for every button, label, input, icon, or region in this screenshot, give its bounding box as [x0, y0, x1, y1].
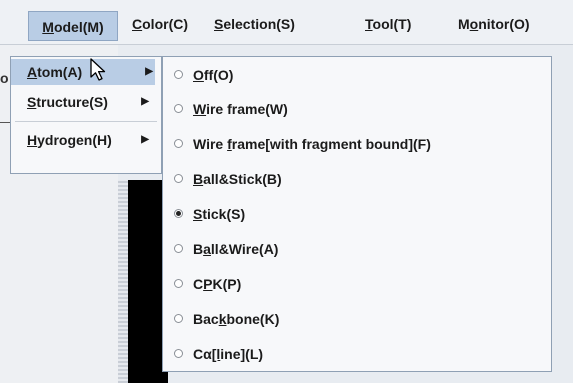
- menu-item-structure[interactable]: Structure(S) ▶: [15, 89, 151, 115]
- menu-selection-label: election(S): [223, 16, 295, 32]
- radio-icon: [174, 139, 183, 148]
- menu-item-structure-label: tructure(S): [36, 94, 108, 110]
- menu-monitor[interactable]: Monitor(O): [455, 13, 533, 35]
- menu-monitor-mnemonic: o: [469, 16, 479, 32]
- menu-selection-mnemonic: S: [214, 16, 224, 32]
- menu-monitor-prefix: M: [458, 16, 470, 32]
- radio-item-calpha-line[interactable]: Cα[line](L): [163, 340, 551, 368]
- radio-item-label: Ball&Stick(B): [193, 171, 282, 187]
- scroll-strip: [118, 180, 128, 383]
- edge-fragment-text: o: [0, 70, 9, 86]
- menu-color-mnemonic: C: [132, 16, 143, 32]
- menu-model[interactable]: Model(M): [28, 11, 118, 41]
- menu-selection[interactable]: Selection(S): [211, 13, 298, 35]
- radio-item-ball-wire[interactable]: Ball&Wire(A): [163, 235, 551, 263]
- menu-item-atom[interactable]: Atom(A) ▶: [11, 59, 155, 85]
- menu-tool[interactable]: Tool(T): [362, 13, 414, 35]
- menu-item-hydrogen-label: ydrogen(H): [37, 132, 112, 148]
- radio-item-label: Wire frame(W): [193, 101, 288, 117]
- menu-item-atom-mnemonic: A: [27, 64, 38, 80]
- radio-icon: [174, 174, 183, 183]
- radio-item-label: Backbone(K): [193, 311, 280, 327]
- menu-model-mnemonic: M: [42, 19, 54, 35]
- radio-item-label: Wire frame[with fragment bound](F): [193, 136, 431, 152]
- menu-item-structure-mnemonic: S: [27, 94, 37, 110]
- model-dropdown: Atom(A) ▶ Structure(S) ▶ Hydrogen(H) ▶: [10, 56, 162, 174]
- menu-monitor-label: nitor(O): [478, 16, 530, 32]
- menu-item-hydrogen-mnemonic: H: [27, 132, 38, 148]
- radio-icon: [174, 104, 183, 113]
- radio-item-label: Ball&Wire(A): [193, 241, 279, 257]
- mouse-cursor-icon: [90, 58, 106, 81]
- radio-icon: [174, 279, 183, 288]
- radio-item-cpk[interactable]: CPK(P): [163, 270, 551, 298]
- atom-submenu: Off(O) Wire frame(W) Wire frame[with fra…: [162, 56, 552, 372]
- radio-item-ball-stick[interactable]: Ball&Stick(B): [163, 165, 551, 193]
- radio-icon: [174, 349, 183, 358]
- radio-item-label: Stick(S): [193, 206, 246, 222]
- radio-icon: [174, 244, 183, 253]
- radio-item-wire-frame-fragment[interactable]: Wire frame[with fragment bound](F): [163, 130, 551, 158]
- menu-separator: [15, 121, 157, 122]
- menu-bar: Model(M) Color(C) Selection(S) Tool(T) M…: [0, 0, 573, 45]
- radio-item-off[interactable]: Off(O): [163, 61, 551, 89]
- radio-item-wire-frame[interactable]: Wire frame(W): [163, 95, 551, 123]
- submenu-arrow-icon: ▶: [145, 66, 153, 77]
- radio-item-label: Cα[line](L): [193, 346, 264, 362]
- radio-icon: [174, 70, 183, 79]
- submenu-arrow-icon: ▶: [141, 96, 149, 107]
- edge-divider: [0, 122, 10, 123]
- menu-color[interactable]: Color(C): [129, 13, 191, 35]
- menu-model-label: odel(M): [53, 19, 104, 35]
- menu-tool-label: ool(T): [372, 16, 412, 32]
- menu-item-hydrogen[interactable]: Hydrogen(H) ▶: [15, 127, 151, 153]
- menu-item-atom-label: tom(A): [37, 64, 83, 80]
- radio-item-backbone[interactable]: Backbone(K): [163, 305, 551, 333]
- submenu-arrow-icon: ▶: [141, 134, 149, 145]
- menu-color-label: olor(C): [142, 16, 189, 32]
- radio-item-label: Off(O): [193, 67, 234, 83]
- radio-selected-icon: [174, 209, 183, 218]
- menu-tool-mnemonic: T: [365, 16, 373, 32]
- radio-item-stick[interactable]: Stick(S): [163, 200, 551, 228]
- radio-item-label: CPK(P): [193, 276, 242, 292]
- radio-icon: [174, 314, 183, 323]
